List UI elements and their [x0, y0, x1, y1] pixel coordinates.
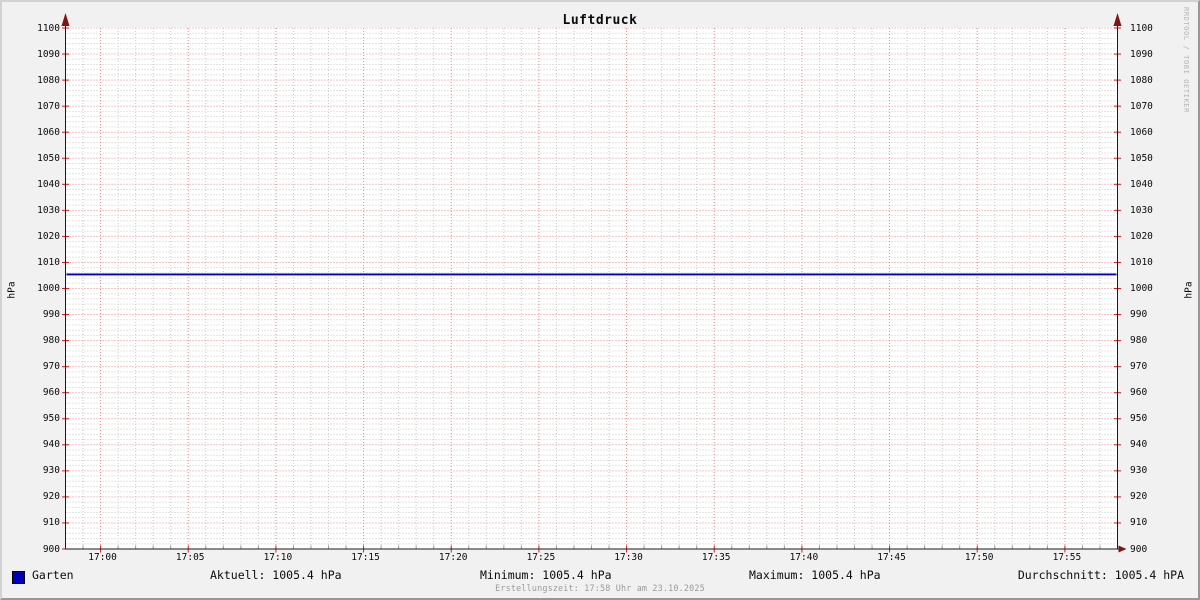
y-tick-label-right: 1020 [1130, 231, 1153, 242]
y-tick-label-left: 1030 [37, 205, 60, 216]
rrdtool-pressure-graph: Luftdruck hPa hPa RRDTOOL / TOBI OETIKER… [0, 0, 1200, 600]
y-tick-label-right: 1010 [1130, 257, 1153, 268]
y-tick-label-left: 990 [43, 309, 60, 320]
y-tick-label-left: 970 [43, 361, 60, 372]
stat-minimum: Minimum: 1005.4 hPa [480, 569, 612, 582]
chart-plot-area [0, 0, 1200, 600]
y-tick-label-right: 1050 [1130, 153, 1153, 164]
y-tick-label-left: 1040 [37, 179, 60, 190]
y-tick-label-left: 960 [43, 387, 60, 398]
x-tick-label: 17:20 [429, 552, 477, 563]
x-tick-label: 17:10 [254, 552, 302, 563]
y-tick-label-right: 1040 [1130, 179, 1153, 190]
x-tick-label: 17:15 [342, 552, 390, 563]
y-tick-label-right: 980 [1130, 335, 1147, 346]
legend-series-label: Garten [32, 569, 74, 582]
y-tick-label-right: 1070 [1130, 101, 1153, 112]
y-tick-label-left: 1060 [37, 127, 60, 138]
y-tick-label-left: 930 [43, 465, 60, 476]
y-axis-label-right: hPa [1184, 281, 1195, 298]
x-tick-label: 17:50 [955, 552, 1003, 563]
y-tick-label-left: 1090 [37, 49, 60, 60]
rrdtool-watermark: RRDTOOL / TOBI OETIKER [1182, 7, 1190, 113]
chart-title: Luftdruck [2, 13, 1198, 28]
y-tick-label-right: 900 [1130, 544, 1147, 555]
stat-aktuell: Aktuell: 1005.4 hPa [210, 569, 342, 582]
y-tick-label-right: 920 [1130, 491, 1147, 502]
y-tick-label-right: 970 [1130, 361, 1147, 372]
y-axis-label-left: hPa [7, 281, 18, 298]
y-tick-label-left: 1010 [37, 257, 60, 268]
y-tick-label-left: 900 [43, 544, 60, 555]
y-tick-label-right: 1060 [1130, 127, 1153, 138]
y-tick-label-left: 910 [43, 517, 60, 528]
creation-timestamp: Erstellungszeit: 17:58 Uhr am 23.10.2025 [2, 583, 1198, 593]
x-tick-label: 17:55 [1043, 552, 1091, 563]
y-tick-label-left: 920 [43, 491, 60, 502]
y-tick-label-right: 950 [1130, 413, 1147, 424]
stat-maximum: Maximum: 1005.4 hPa [749, 569, 881, 582]
y-tick-label-right: 1100 [1130, 23, 1153, 34]
y-tick-label-left: 1020 [37, 231, 60, 242]
x-tick-label: 17:00 [79, 552, 127, 563]
y-tick-label-right: 1000 [1130, 283, 1153, 294]
y-tick-label-left: 1000 [37, 283, 60, 294]
y-tick-label-left: 1070 [37, 101, 60, 112]
y-tick-label-right: 1080 [1130, 75, 1153, 86]
x-tick-label: 17:30 [605, 552, 653, 563]
y-tick-label-left: 940 [43, 439, 60, 450]
y-tick-label-right: 910 [1130, 517, 1147, 528]
y-tick-label-right: 1090 [1130, 49, 1153, 60]
y-tick-label-right: 930 [1130, 465, 1147, 476]
x-tick-label: 17:05 [166, 552, 214, 563]
x-tick-label: 17:35 [692, 552, 740, 563]
y-tick-label-left: 1100 [37, 23, 60, 34]
y-tick-label-left: 950 [43, 413, 60, 424]
stat-durchschnitt: Durchschnitt: 1005.4 hPA [1018, 569, 1184, 582]
x-tick-label: 17:40 [780, 552, 828, 563]
x-tick-label: 17:45 [868, 552, 916, 563]
y-tick-label-right: 1030 [1130, 205, 1153, 216]
y-tick-label-right: 960 [1130, 387, 1147, 398]
y-tick-label-left: 1050 [37, 153, 60, 164]
y-tick-label-right: 940 [1130, 439, 1147, 450]
y-tick-label-left: 1080 [37, 75, 60, 86]
y-tick-label-left: 980 [43, 335, 60, 346]
y-tick-label-right: 990 [1130, 309, 1147, 320]
x-tick-label: 17:25 [517, 552, 565, 563]
